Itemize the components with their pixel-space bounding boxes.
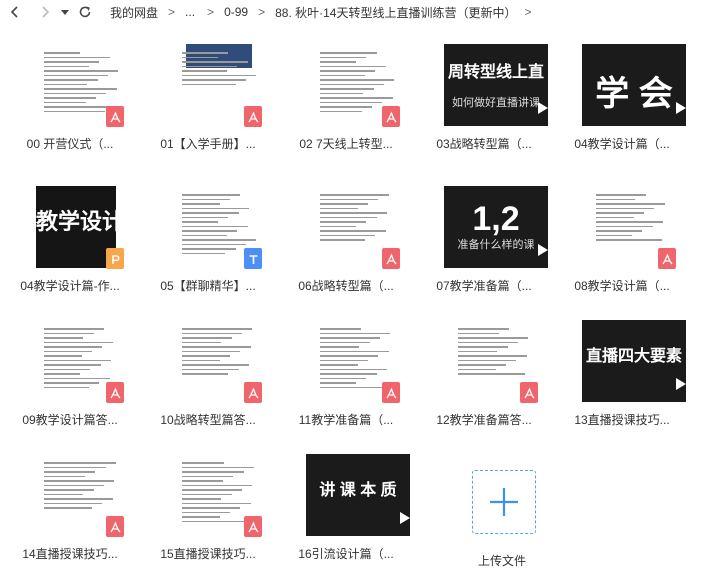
txt-file-icon xyxy=(244,248,262,269)
plus-icon xyxy=(490,488,518,516)
video-thumbnail-title: 1,2 xyxy=(472,200,520,238)
navigation-toolbar: 我的网盘 > ... > 0-99 > 88. 秋叶·14天转型线上直播训练营（… xyxy=(0,0,711,24)
file-tile[interactable]: 教学设计篇 04教学设计篇-作... xyxy=(0,178,130,306)
pdf-file-icon xyxy=(520,382,538,403)
history-dropdown-button[interactable] xyxy=(58,1,72,23)
video-thumbnail: 直播四大要素 xyxy=(582,320,686,402)
video-thumbnail: 讲 课 本 质 xyxy=(306,454,410,536)
file-tile[interactable]: 11教学准备篇（... xyxy=(276,312,410,440)
breadcrumb-root[interactable]: 我的网盘 xyxy=(110,4,158,21)
file-name: 02 7天线上转型... xyxy=(299,137,393,151)
file-name: 07教学准备篇（... xyxy=(436,279,532,293)
video-thumbnail-title: 讲 课 本 质 xyxy=(319,482,397,499)
video-thumbnail: 1,2 准备什么样的课 xyxy=(444,186,548,268)
breadcrumb-folder-0-99[interactable]: 0-99 xyxy=(224,5,248,19)
back-button[interactable] xyxy=(4,1,26,23)
video-thumbnail-subtitle: 准备什么样的课 xyxy=(457,239,535,251)
breadcrumb-separator: > xyxy=(168,5,176,19)
file-name: 00 开营仪式（... xyxy=(26,137,114,151)
file-tile[interactable]: 06战略转型篇（... xyxy=(276,178,410,306)
chevron-right-icon xyxy=(42,6,50,18)
video-thumbnail-title: 直播四大要素 xyxy=(585,348,682,365)
file-tile[interactable]: 00 开营仪式（... xyxy=(0,36,134,164)
file-tile[interactable]: 学 会 04教学设计篇（... xyxy=(552,36,686,164)
file-name: 16引流设计篇（... xyxy=(298,547,394,561)
pdf-file-icon xyxy=(382,382,400,403)
file-tile[interactable]: 01【入学手册】... xyxy=(138,36,272,164)
file-tile[interactable]: 周转型线上直如何做好直播讲课 03战略转型篇（... xyxy=(414,36,548,164)
slide-preview-title: 教学设计篇 xyxy=(36,209,116,234)
file-tile[interactable]: 15直播授课技巧... xyxy=(138,446,272,574)
file-tile[interactable]: 08教学设计篇（... xyxy=(552,178,686,306)
video-thumbnail-title: 学 会 xyxy=(595,75,673,113)
file-name: 04教学设计篇-作... xyxy=(20,279,120,293)
breadcrumb-separator: > xyxy=(258,5,266,19)
pdf-file-icon xyxy=(244,382,262,403)
file-name: 13直播授课技巧... xyxy=(574,413,670,427)
breadcrumb: 我的网盘 > ... > 0-99 > 88. 秋叶·14天转型线上直播训练营（… xyxy=(110,4,542,21)
refresh-button[interactable] xyxy=(74,1,96,23)
breadcrumb-separator: > xyxy=(524,5,532,19)
play-icon xyxy=(676,378,686,390)
upload-label: 上传文件 xyxy=(477,554,526,568)
caret-down-icon xyxy=(61,10,69,15)
file-tile[interactable]: 14直播授课技巧... xyxy=(0,446,134,574)
video-thumbnail: 学 会 xyxy=(582,44,686,126)
pdf-file-icon xyxy=(244,106,262,127)
pdf-file-icon xyxy=(106,106,124,127)
file-name: 05【群聊精华】... xyxy=(160,279,256,293)
refresh-icon xyxy=(79,6,91,18)
file-name: 12教学准备篇答... xyxy=(436,413,532,427)
file-tile[interactable]: 讲 课 本 质 16引流设计篇（... xyxy=(276,446,410,574)
file-name: 06战略转型篇（... xyxy=(298,279,394,293)
play-icon xyxy=(676,102,686,114)
pdf-file-icon xyxy=(106,516,124,537)
forward-button[interactable] xyxy=(34,1,56,23)
file-tile[interactable]: 09教学设计篇答... xyxy=(0,312,134,440)
breadcrumb-separator: > xyxy=(207,5,215,19)
chevron-left-icon xyxy=(10,6,18,18)
pdf-file-icon xyxy=(244,516,262,537)
breadcrumb-current-folder[interactable]: 88. 秋叶·14天转型线上直播训练营（更新中） xyxy=(275,4,516,21)
upload-dropzone[interactable] xyxy=(472,470,536,534)
play-icon xyxy=(538,244,548,256)
pdf-file-icon xyxy=(382,106,400,127)
file-name: 10战略转型篇答... xyxy=(160,413,256,427)
video-thumbnail: 周转型线上直如何做好直播讲课 xyxy=(444,44,548,126)
file-tile[interactable]: 12教学准备篇答... xyxy=(414,312,548,440)
document-thumbnail: 教学设计篇 xyxy=(36,186,116,268)
video-thumbnail-title: 周转型线上直 xyxy=(447,64,544,81)
pdf-file-icon xyxy=(658,248,676,269)
file-name: 14直播授课技巧... xyxy=(22,547,118,561)
file-name: 04教学设计篇（... xyxy=(574,137,670,151)
file-name: 08教学设计篇（... xyxy=(574,279,670,293)
file-tile[interactable]: 02 7天线上转型... xyxy=(276,36,410,164)
pdf-file-icon xyxy=(106,382,124,403)
file-tile[interactable]: 05【群聊精华】... xyxy=(138,178,272,306)
file-name: 09教学设计篇答... xyxy=(22,413,118,427)
file-name: 11教学准备篇（... xyxy=(298,413,394,427)
video-thumbnail-subtitle: 如何做好直播讲课 xyxy=(452,97,540,109)
file-name: 15直播授课技巧... xyxy=(160,547,256,561)
pdf-file-icon xyxy=(382,248,400,269)
breadcrumb-ellipsis[interactable]: ... xyxy=(185,5,195,19)
ppt-file-icon xyxy=(106,248,124,269)
file-name: 01【入学手册】... xyxy=(160,137,256,151)
file-tile[interactable]: 10战略转型篇答... xyxy=(138,312,272,440)
play-icon xyxy=(538,102,548,114)
file-tile[interactable]: 直播四大要素 13直播授课技巧... xyxy=(552,312,686,440)
file-tile[interactable]: 1,2 准备什么样的课 07教学准备篇（... xyxy=(414,178,548,306)
play-icon xyxy=(400,512,410,524)
upload-file-tile[interactable]: 上传文件 xyxy=(442,462,572,578)
file-name: 03战略转型篇（... xyxy=(436,137,532,151)
